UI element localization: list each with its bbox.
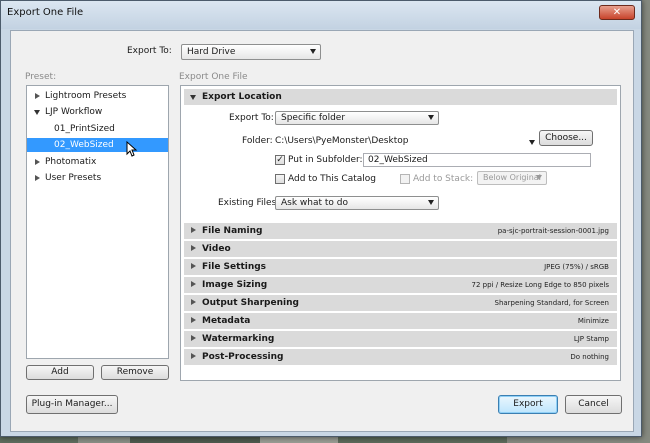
section-title: Export Location [202,92,282,102]
folder-history-dropdown-icon[interactable] [529,140,535,145]
chevron-down-icon [310,49,316,54]
tree-item-label: 02_WebSized [54,140,114,150]
collapse-arrow-icon[interactable] [190,95,196,100]
tree-item-01-printsized[interactable]: 01_PrintSized [27,122,168,136]
section-summary: Do nothing [570,353,609,361]
put-in-subfolder-checkbox[interactable]: ✓ [275,155,285,165]
chevron-down-icon [536,175,542,180]
section-title: Video [202,244,231,254]
section-watermarking[interactable]: Watermarking LJP Stamp [184,331,617,347]
plugin-manager-button[interactable]: Plug-in Manager... [26,395,118,414]
section-title: Metadata [202,316,251,326]
preset-heading: Preset: [25,72,57,82]
expand-arrow-icon[interactable] [191,281,196,287]
stack-position-value: Below Original [483,173,541,182]
window-title: Export One File [7,7,84,18]
section-output-sharpening[interactable]: Output Sharpening Sharpening Standard, f… [184,295,617,311]
close-icon: ✕ [612,7,622,18]
tree-item-photomatix[interactable]: Photomatix [27,155,168,169]
choose-folder-button[interactable]: Choose... [539,130,593,146]
section-export-location[interactable]: Export Location [184,89,617,105]
existing-files-label: Existing Files: [218,198,280,208]
expand-arrow-icon[interactable] [191,245,196,251]
section-title: Post-Processing [202,352,284,362]
section-summary: JPEG (75%) / sRGB [544,263,609,271]
section-summary: pa-sjc-portrait-session-0001.jpg [497,227,609,235]
settings-panel: Export Location Export To: Specific fold… [180,85,621,381]
expand-arrow-icon[interactable] [191,263,196,269]
section-title: Output Sharpening [202,298,299,308]
section-title: File Naming [202,226,263,236]
collapse-arrow-icon[interactable] [34,110,40,115]
section-title: File Settings [202,262,267,272]
add-preset-button[interactable]: Add [26,365,94,380]
export-to-label: Export To: [127,46,172,56]
subfolder-label: Put in Subfolder: [288,155,363,165]
section-metadata[interactable]: Metadata Minimize [184,313,617,329]
expand-arrow-icon[interactable] [191,227,196,233]
location-export-to-value: Specific folder [281,113,346,123]
remove-preset-button[interactable]: Remove [101,365,169,380]
folder-path: C:\Users\PyeMonster\Desktop [275,136,409,146]
tree-item-label: Lightroom Presets [45,91,127,101]
stack-position-select[interactable]: Below Original [477,171,547,185]
chevron-down-icon [428,115,434,120]
close-button[interactable]: ✕ [599,5,635,20]
export-button[interactable]: Export [498,395,558,414]
export-to-value: Hard Drive [187,47,236,57]
chevron-down-icon [428,200,434,205]
cancel-button[interactable]: Cancel [565,395,622,414]
existing-files-select[interactable]: Ask what to do [275,196,439,210]
section-file-settings[interactable]: File Settings JPEG (75%) / sRGB [184,259,617,275]
expand-arrow-icon[interactable] [191,299,196,305]
folder-label: Folder: [242,136,273,146]
existing-files-value: Ask what to do [281,198,349,208]
tree-item-ljp-workflow[interactable]: LJP Workflow [27,105,168,119]
section-summary: 72 ppi / Resize Long Edge to 850 pixels [471,281,609,289]
expand-arrow-icon[interactable] [35,93,40,99]
expand-arrow-icon[interactable] [35,159,40,165]
tree-item-lightroom-presets[interactable]: Lightroom Presets [27,89,168,103]
export-dialog: Export One File ✕ Export To: Hard Drive … [0,0,642,437]
location-export-to-select[interactable]: Specific folder [275,111,439,125]
checkmark-icon: ✓ [276,155,284,165]
mouse-pointer-icon [126,141,138,157]
dialog-client-area: Export To: Hard Drive Preset: Lightroom … [10,30,634,432]
preset-tree: Lightroom Presets LJP Workflow 01_PrintS… [26,85,169,359]
section-summary: LJP Stamp [573,335,609,343]
expand-arrow-icon[interactable] [191,353,196,359]
tree-item-label: 01_PrintSized [54,124,115,134]
add-to-catalog-checkbox[interactable] [275,174,285,184]
add-to-stack-label: Add to Stack: [413,174,474,184]
section-file-naming[interactable]: File Naming pa-sjc-portrait-session-0001… [184,223,617,239]
tree-item-label: Photomatix [45,157,97,167]
location-export-to-label: Export To: [229,113,274,123]
section-summary: Minimize [577,317,609,325]
section-title: Watermarking [202,334,275,344]
expand-arrow-icon[interactable] [35,175,40,181]
subfolder-name-input[interactable]: 02_WebSized [363,153,591,167]
settings-heading: Export One File [179,72,248,82]
section-post-processing[interactable]: Post-Processing Do nothing [184,349,617,365]
section-title: Image Sizing [202,280,268,290]
title-bar: Export One File ✕ [1,1,641,29]
add-to-stack-checkbox[interactable] [400,174,410,184]
export-to-select[interactable]: Hard Drive [181,44,321,60]
tree-item-label: User Presets [45,173,102,183]
section-image-sizing[interactable]: Image Sizing 72 ppi / Resize Long Edge t… [184,277,617,293]
add-to-catalog-label: Add to This Catalog [288,174,376,184]
section-summary: Sharpening Standard, for Screen [494,299,610,307]
expand-arrow-icon[interactable] [191,317,196,323]
tree-item-user-presets[interactable]: User Presets [27,171,168,185]
expand-arrow-icon[interactable] [191,335,196,341]
tree-item-02-websized[interactable]: 02_WebSized [27,138,168,152]
section-video[interactable]: Video [184,241,617,257]
tree-item-label: LJP Workflow [45,107,103,117]
